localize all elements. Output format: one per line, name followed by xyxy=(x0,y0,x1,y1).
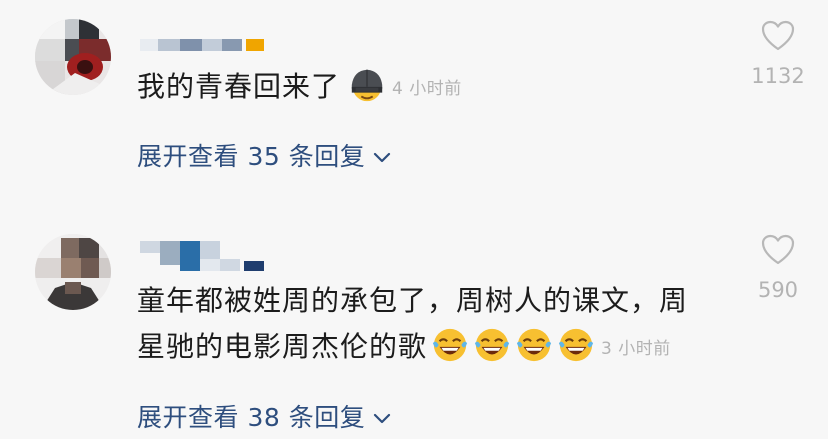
expand-replies-label: 展开查看 38 条回复 xyxy=(137,403,366,432)
comment-2: 童年都被姓周的承包了，周树人的课文，周 星驰的电影周杰伦的歌 3 小时前 展开查… xyxy=(0,200,828,439)
expand-replies-label: 展开查看 35 条回复 xyxy=(137,142,366,171)
comment-text: 童年都被姓周的承包了，周树人的课文，周 星驰的电影周杰伦的歌 3 小时前 xyxy=(137,278,688,372)
expand-replies-button[interactable]: 展开查看 35 条回复 xyxy=(137,137,393,173)
helmet-face-emoji xyxy=(351,69,383,102)
comment-time: 3 小时前 xyxy=(601,339,671,359)
comment-body: 我的青春回来了 xyxy=(137,70,341,103)
heart-icon xyxy=(761,234,795,265)
tears-of-joy-emoji xyxy=(432,328,468,362)
avatar[interactable] xyxy=(35,234,111,310)
comment-body-line-2-text: 星驰的电影周杰伦的歌 xyxy=(137,330,428,363)
expand-replies-button[interactable]: 展开查看 38 条回复 xyxy=(137,398,393,434)
like-count: 590 xyxy=(757,278,799,302)
avatar[interactable] xyxy=(35,19,111,95)
chevron-down-icon xyxy=(374,152,391,163)
like-button[interactable]: 1132 xyxy=(748,20,808,88)
chevron-down-icon xyxy=(374,413,391,424)
tears-of-joy-emoji xyxy=(474,328,510,362)
comment-text: 我的青春回来了 4 小时前 xyxy=(137,64,462,112)
like-button[interactable]: 590 xyxy=(748,234,808,302)
heart-icon xyxy=(761,20,795,51)
comment-time: 4 小时前 xyxy=(392,79,462,99)
comment-body-line-2: 星驰的电影周杰伦的歌 3 小时前 xyxy=(137,324,688,372)
comment-body-line-1: 童年都被姓周的承包了，周树人的课文，周 xyxy=(137,284,689,317)
tears-of-joy-emoji xyxy=(558,328,594,362)
username-mosaic[interactable] xyxy=(140,241,265,273)
comment-1: 我的青春回来了 4 小时前 展开查看 35 条回复 1132 xyxy=(0,0,828,200)
username-mosaic[interactable] xyxy=(140,39,265,51)
tears-of-joy-emoji xyxy=(516,328,552,362)
like-count: 1132 xyxy=(751,64,805,88)
